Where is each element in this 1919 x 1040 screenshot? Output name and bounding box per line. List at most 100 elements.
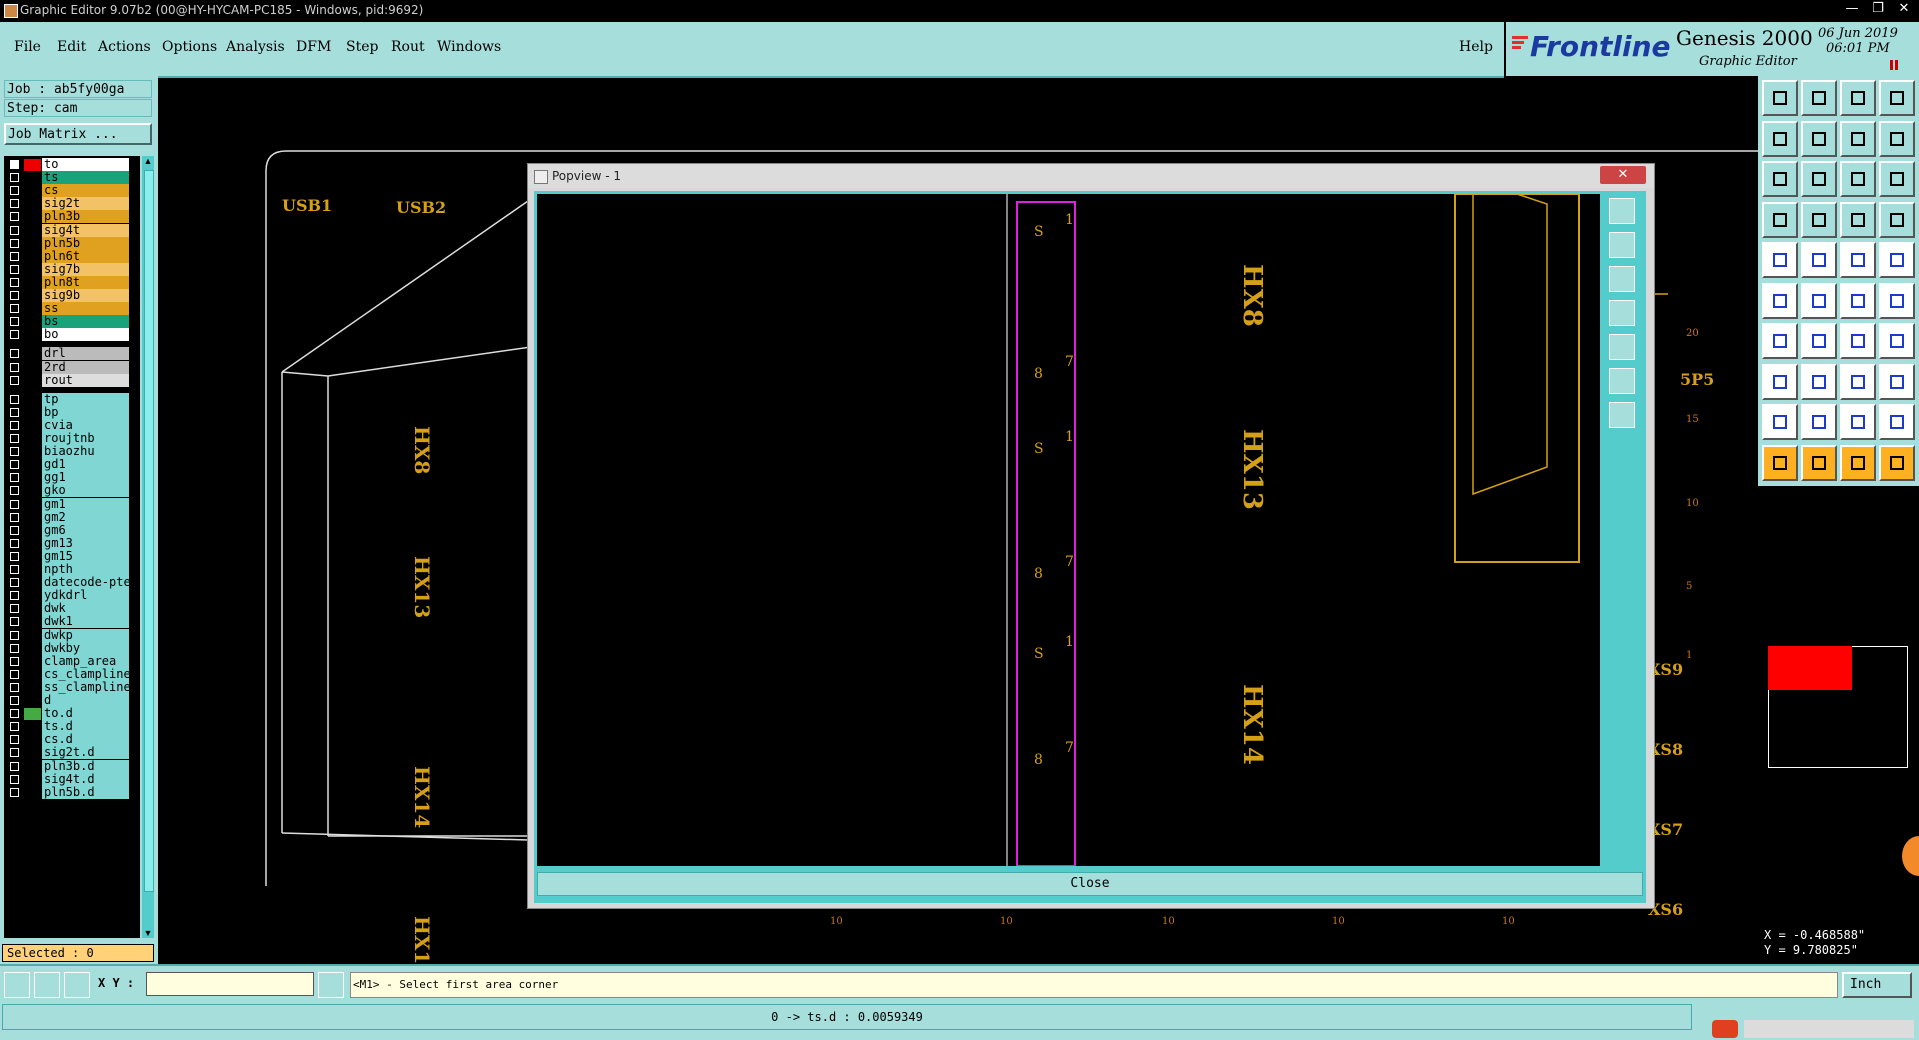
tool-icon[interactable] xyxy=(1879,242,1915,278)
tool-icon[interactable] xyxy=(1762,282,1798,319)
tool-icon[interactable] xyxy=(1762,161,1798,197)
layer-row-sig4t-d[interactable]: sig4t.d xyxy=(4,772,140,787)
tool-icon[interactable] xyxy=(1879,363,1915,400)
layer-color-swatch[interactable] xyxy=(24,237,41,250)
layer-row-gm15[interactable]: gm15 xyxy=(4,549,140,564)
layer-color-swatch[interactable] xyxy=(24,303,41,316)
layer-checkbox[interactable] xyxy=(10,656,19,666)
tool-icon[interactable] xyxy=(1840,120,1876,157)
grid-icon[interactable] xyxy=(64,972,90,998)
layer-color-swatch[interactable] xyxy=(24,603,41,616)
layer-color-swatch[interactable] xyxy=(24,577,41,590)
layer-checkbox[interactable] xyxy=(10,291,19,300)
layer-row-cvia[interactable]: cvia xyxy=(4,418,140,433)
layer-checkbox[interactable] xyxy=(10,420,19,430)
layer-row-ss[interactable]: ss xyxy=(4,302,140,316)
layer-row-clamp-area[interactable]: clamp_area xyxy=(4,654,140,669)
layer-row-npth[interactable]: npth xyxy=(4,563,140,577)
layer-row-drl[interactable]: drl xyxy=(4,347,140,361)
layer-list-scrollbar[interactable]: ▲ ▼ xyxy=(142,156,154,938)
popview-tool-icon[interactable] xyxy=(1609,266,1635,292)
tool-icon[interactable] xyxy=(1879,201,1915,238)
overview-viewport[interactable] xyxy=(1768,646,1852,690)
menu-rout[interactable]: Rout xyxy=(391,39,425,55)
layer-checkbox[interactable] xyxy=(10,591,19,601)
layer-row-pln3b-d[interactable]: pln3b.d xyxy=(4,759,140,774)
layer-checkbox[interactable] xyxy=(10,251,19,261)
layer-row-sig2t[interactable]: sig2t xyxy=(4,197,140,211)
layer-row-ydkdrl[interactable]: ydkdrl xyxy=(4,589,140,603)
tool-icon[interactable] xyxy=(1762,120,1798,157)
layer-row-ss-clampline[interactable]: ss_clampline xyxy=(4,680,140,695)
tool-icon[interactable] xyxy=(1840,323,1876,359)
tool-icon[interactable] xyxy=(1879,323,1915,359)
layer-row-gm1[interactable]: gm1 xyxy=(4,497,140,512)
tool-icon[interactable] xyxy=(1801,444,1837,481)
layer-color-swatch[interactable] xyxy=(24,348,41,361)
menu-file[interactable]: File xyxy=(14,39,41,55)
scroll-thumb[interactable] xyxy=(144,170,154,892)
layer-color-swatch[interactable] xyxy=(24,276,41,289)
layer-checkbox[interactable] xyxy=(10,160,19,169)
tool-icon[interactable] xyxy=(1879,161,1915,197)
layer-checkbox[interactable] xyxy=(10,669,19,679)
layer-color-swatch[interactable] xyxy=(24,472,41,485)
layer-checkbox[interactable] xyxy=(10,512,19,522)
scroll-up-icon[interactable]: ▲ xyxy=(143,156,153,166)
layer-color-swatch[interactable] xyxy=(24,511,41,524)
layer-checkbox[interactable] xyxy=(10,375,19,385)
layer-row-rout[interactable]: rout xyxy=(4,373,140,388)
layer-color-swatch[interactable] xyxy=(24,393,41,406)
layer-color-swatch[interactable] xyxy=(24,773,41,786)
layer-checkbox[interactable] xyxy=(10,761,19,771)
layer-row-sig7b[interactable]: sig7b xyxy=(4,262,140,277)
units-dropdown[interactable]: Inch xyxy=(1842,972,1912,998)
layer-color-swatch[interactable] xyxy=(24,406,41,419)
layer-color-swatch[interactable] xyxy=(24,419,41,432)
layer-color-swatch[interactable] xyxy=(24,681,41,694)
info-icon[interactable] xyxy=(318,972,344,998)
tool-icon[interactable] xyxy=(1762,80,1798,116)
layer-row-dwk[interactable]: dwk xyxy=(4,602,140,616)
layer-row-pln5b-d[interactable]: pln5b.d xyxy=(4,785,140,800)
layer-row-bs[interactable]: bs xyxy=(4,315,140,329)
layer-checkbox[interactable] xyxy=(10,774,19,784)
layer-color-swatch[interactable] xyxy=(24,498,41,511)
layer-row-biaozhu[interactable]: biaozhu xyxy=(4,445,140,459)
layer-color-swatch[interactable] xyxy=(24,629,41,642)
layer-checkbox[interactable] xyxy=(10,362,19,372)
layer-color-swatch[interactable] xyxy=(24,590,41,603)
overview-map[interactable] xyxy=(1758,486,1919,922)
layer-checkbox[interactable] xyxy=(10,735,19,745)
layer-row-ts-d[interactable]: ts.d xyxy=(4,720,140,734)
tool-icon[interactable] xyxy=(1801,323,1837,359)
tool-icon[interactable] xyxy=(1840,444,1876,481)
layer-checkbox[interactable] xyxy=(10,434,19,443)
layer-checkbox[interactable] xyxy=(10,682,19,692)
popview-close-button[interactable]: Close xyxy=(537,872,1643,896)
layer-color-swatch[interactable] xyxy=(24,433,41,445)
layer-checkbox[interactable] xyxy=(10,277,19,287)
tool-icon[interactable] xyxy=(1840,161,1876,197)
layer-color-swatch[interactable] xyxy=(24,642,41,655)
layer-checkbox[interactable] xyxy=(10,173,19,183)
xy-input[interactable] xyxy=(146,972,314,996)
layer-color-swatch[interactable] xyxy=(24,708,41,721)
pause-icon[interactable] xyxy=(1890,60,1898,70)
layer-row-to[interactable]: to xyxy=(4,158,140,172)
layer-checkbox[interactable] xyxy=(10,604,19,614)
layer-checkbox[interactable] xyxy=(10,407,19,417)
layer-checkbox[interactable] xyxy=(10,264,19,274)
popview-tool-icon[interactable] xyxy=(1609,300,1635,326)
layer-row-gm13[interactable]: gm13 xyxy=(4,536,140,551)
menu-analysis[interactable]: Analysis xyxy=(226,39,285,55)
layer-color-swatch[interactable] xyxy=(24,524,41,537)
layer-row-tp[interactable]: tp xyxy=(4,392,140,407)
layer-checkbox[interactable] xyxy=(10,538,19,548)
layer-row-gd1[interactable]: gd1 xyxy=(4,458,140,472)
layer-color-swatch[interactable] xyxy=(24,198,41,211)
tool-icon[interactable] xyxy=(1762,323,1798,359)
layer-color-swatch[interactable] xyxy=(24,159,41,171)
layer-row-gm6[interactable]: gm6 xyxy=(4,523,140,538)
tool-icon[interactable] xyxy=(1762,404,1798,440)
